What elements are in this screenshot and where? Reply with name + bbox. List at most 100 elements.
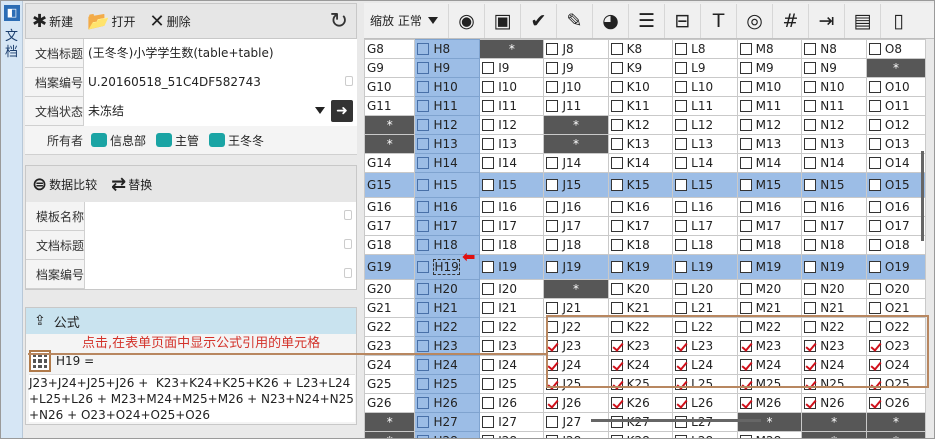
grid-icon[interactable]: # — [772, 3, 808, 38]
grid-cell[interactable]: * — [364, 134, 416, 154]
grid-cell[interactable]: H17 — [414, 216, 481, 236]
grid-cell[interactable]: O18 — [865, 235, 926, 255]
grid-cell[interactable]: M16 — [736, 197, 803, 217]
checkbox[interactable] — [675, 220, 688, 232]
grid-cell[interactable]: O11 — [865, 96, 926, 116]
checkbox[interactable] — [482, 138, 495, 150]
checkbox[interactable] — [482, 397, 495, 409]
checkbox[interactable] — [610, 119, 623, 131]
grid-cell[interactable]: * — [543, 279, 609, 299]
checkbox[interactable] — [482, 435, 495, 438]
grid-cell[interactable]: G16 — [364, 197, 416, 217]
checkbox[interactable] — [546, 261, 559, 273]
checkbox[interactable] — [739, 220, 752, 232]
checkbox[interactable] — [417, 416, 430, 428]
checkbox[interactable] — [739, 397, 752, 409]
checkbox[interactable] — [675, 119, 688, 131]
checkbox[interactable] — [868, 81, 881, 93]
checkbox[interactable] — [610, 43, 623, 55]
checkbox[interactable] — [804, 261, 817, 273]
save-icon[interactable]: ▣ — [484, 3, 520, 38]
grid-cell[interactable]: H14 — [414, 153, 481, 173]
checkbox[interactable] — [417, 321, 430, 333]
grid-cell[interactable]: O12 — [865, 115, 926, 135]
checkbox[interactable] — [417, 157, 430, 169]
grid-cell[interactable]: J9 — [543, 58, 609, 78]
checkbox[interactable] — [482, 359, 495, 371]
grid-cell[interactable]: O16 — [865, 197, 926, 217]
grid-cell[interactable]: K20 — [607, 279, 674, 299]
grid-cell[interactable]: I12 — [479, 115, 545, 135]
checkbox[interactable] — [546, 179, 559, 191]
checkbox[interactable] — [804, 397, 817, 409]
grid-cell[interactable]: I18 — [479, 235, 545, 255]
grid-cell[interactable]: L28 — [672, 431, 738, 438]
grid-cell[interactable]: H20 — [414, 279, 481, 299]
grid-cell[interactable]: J27 — [543, 412, 609, 432]
checkbox[interactable] — [417, 43, 430, 55]
grid-cell[interactable]: G17 — [364, 216, 416, 236]
grid-cell[interactable]: * — [865, 431, 926, 438]
checkbox[interactable] — [482, 321, 495, 333]
grid-cell[interactable]: J8 — [543, 39, 609, 59]
grid-cell[interactable]: L18 — [672, 235, 738, 255]
grid-cell[interactable]: K8 — [607, 39, 674, 59]
checkbox[interactable] — [675, 283, 688, 295]
checkbox[interactable] — [482, 220, 495, 232]
grid-cell[interactable]: N10 — [801, 77, 867, 97]
check-icon[interactable]: ✔ — [520, 3, 556, 38]
grid-cell[interactable]: J15 — [543, 172, 609, 198]
grid-cell[interactable]: H16 — [414, 197, 481, 217]
grid-cell[interactable]: K18 — [607, 235, 674, 255]
grid-cell[interactable]: J16 — [543, 197, 609, 217]
grid-cell[interactable]: M14 — [736, 153, 803, 173]
grid-cell[interactable]: G24 — [364, 355, 416, 375]
grid-cell[interactable]: N17 — [801, 216, 867, 236]
checkbox[interactable] — [417, 220, 430, 232]
checkbox[interactable] — [546, 81, 559, 93]
grid-cell[interactable]: G14 — [364, 153, 416, 173]
checkbox[interactable] — [546, 100, 559, 112]
grid-cell[interactable]: L16 — [672, 197, 738, 217]
grid-cell[interactable]: N19 — [801, 254, 867, 280]
grid-cell[interactable]: H28 — [414, 431, 481, 438]
checkbox[interactable] — [482, 201, 495, 213]
checkbox[interactable] — [417, 261, 430, 273]
checkbox[interactable] — [675, 435, 688, 438]
grid-cell[interactable]: I21 — [479, 298, 545, 318]
checkbox[interactable] — [868, 302, 881, 314]
grid-cell[interactable]: I25 — [479, 374, 545, 394]
grid-cell[interactable]: L10 — [672, 77, 738, 97]
grid-cell[interactable]: I22 — [479, 317, 545, 337]
grid-cell[interactable]: H26 — [414, 393, 481, 413]
checkbox[interactable] — [868, 179, 881, 191]
grid-cell[interactable]: H11 — [414, 96, 481, 116]
checkbox[interactable] — [675, 416, 688, 428]
grid-cell[interactable]: I28 — [479, 431, 545, 438]
grid-cell[interactable]: I15 — [479, 172, 545, 198]
grid-cell[interactable]: K28 — [607, 431, 674, 438]
zoom-select[interactable]: 缩放 正常 — [364, 12, 448, 29]
checkbox[interactable] — [546, 157, 559, 169]
grid-cell[interactable]: O13 — [865, 134, 926, 154]
checkbox[interactable] — [482, 157, 495, 169]
checkbox[interactable] — [739, 179, 752, 191]
checkbox[interactable] — [482, 378, 495, 390]
grid-cell[interactable]: M15 — [736, 172, 803, 198]
checkbox[interactable] — [739, 302, 752, 314]
grid-cell[interactable]: J17 — [543, 216, 609, 236]
grid-cell[interactable]: L11 — [672, 96, 738, 116]
checkbox[interactable] — [868, 119, 881, 131]
checkbox[interactable] — [546, 62, 559, 74]
checkbox[interactable] — [804, 62, 817, 74]
grid-cell[interactable]: O14 — [865, 153, 926, 173]
grid-cell[interactable]: O15 — [865, 172, 926, 198]
grid-cell[interactable]: K15 — [607, 172, 674, 198]
checkbox[interactable] — [482, 416, 495, 428]
grid-cell[interactable]: L9 — [672, 58, 738, 78]
checkbox[interactable] — [482, 302, 495, 314]
grid-cell[interactable]: H27 — [414, 412, 481, 432]
checkbox[interactable] — [868, 220, 881, 232]
grid-cell[interactable]: I19 — [479, 254, 545, 280]
checkbox[interactable] — [610, 81, 623, 93]
